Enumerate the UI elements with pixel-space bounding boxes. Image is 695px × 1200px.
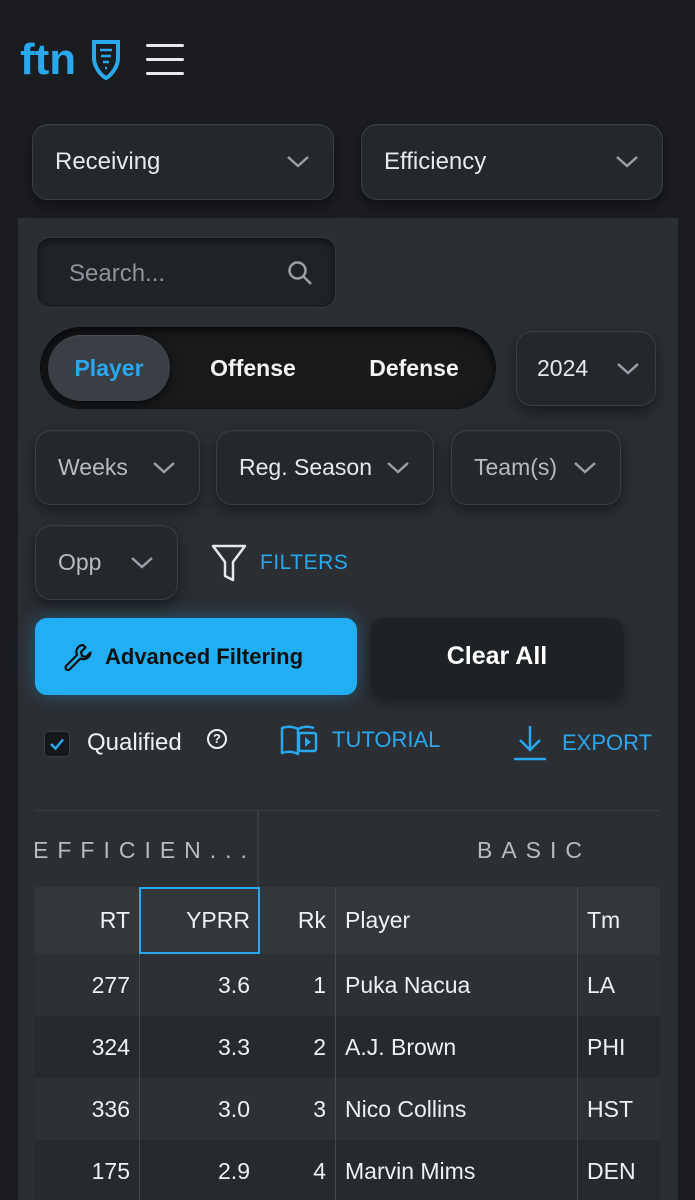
weeks-select[interactable]: Weeks [35, 430, 200, 505]
cell-player[interactable]: A.J. Brown [335, 1016, 577, 1078]
weeks-label: Weeks [58, 454, 128, 480]
category-select[interactable]: Receiving [32, 124, 334, 200]
cell-tm: DEN [587, 1157, 636, 1184]
export-link[interactable]: EXPORT [512, 724, 652, 762]
stats-table: EFFICIEN... BASIC RT YPRR Rk Player Tm 2… [35, 810, 660, 1200]
opp-select[interactable]: Opp [35, 525, 178, 600]
qualified-checkbox[interactable] [44, 731, 70, 757]
cell-rk: 1 [313, 971, 326, 998]
export-label: EXPORT [562, 730, 653, 755]
filters-link[interactable]: FILTERS [210, 540, 348, 586]
chevron-down-icon [616, 156, 638, 168]
table-row[interactable]: 324 3.3 2 A.J. Brown PHI [35, 1016, 660, 1078]
advanced-filtering-button[interactable]: Advanced Filtering [35, 618, 357, 695]
download-icon [514, 726, 546, 761]
qualified-label: Qualified [87, 729, 182, 756]
cell-yprr: 3.3 [218, 1033, 250, 1060]
column-groups: EFFICIEN... BASIC [35, 810, 660, 889]
cell-rk: 3 [313, 1095, 326, 1122]
sorted-column-highlight [139, 887, 260, 954]
season-type-label: Reg. Season [239, 454, 372, 480]
type-select[interactable]: Efficiency [361, 124, 663, 200]
cell-tm: PHI [587, 1033, 626, 1060]
cell-rt: 277 [91, 971, 130, 998]
cell-player[interactable]: Marvin Mims [335, 1140, 577, 1200]
chevron-down-icon [387, 461, 409, 474]
table-row[interactable]: 175 2.9 4 Marvin Mims DEN [35, 1140, 660, 1200]
view-toggle: Player Offense Defense [40, 327, 496, 409]
type-select-value: Efficiency [384, 148, 487, 175]
cell-tm: HST [587, 1095, 633, 1122]
col-header-player[interactable]: Player [335, 887, 577, 954]
group-header-efficiency: EFFICIEN... [35, 836, 256, 863]
search-placeholder: Search... [69, 260, 166, 287]
toggle-player[interactable]: Player [48, 335, 170, 401]
hamburger-icon[interactable] [146, 44, 184, 76]
chevron-down-icon [574, 461, 596, 474]
teams-label: Team(s) [474, 454, 558, 480]
opp-label: Opp [58, 549, 102, 575]
filters-label: FILTERS [260, 551, 349, 574]
col-header-rt[interactable]: RT [35, 887, 139, 954]
toggle-offense[interactable]: Offense [186, 335, 320, 401]
cell-rt: 336 [91, 1095, 130, 1122]
cell-yprr: 3.6 [218, 971, 250, 998]
season-type-select[interactable]: Reg. Season [216, 430, 434, 505]
ftn-logo[interactable]: ftn [20, 36, 120, 82]
wrench-icon [64, 643, 92, 671]
search-input[interactable]: Search... [36, 237, 336, 308]
chevron-down-icon [131, 556, 153, 569]
column-headers: RT YPRR Rk Player Tm [35, 887, 660, 954]
funnel-icon [211, 544, 247, 582]
cell-player[interactable]: Puka Nacua [335, 954, 577, 1016]
col-header-rk[interactable]: Rk [259, 887, 335, 954]
cell-tm: LA [587, 971, 616, 998]
category-select-value: Receiving [55, 148, 161, 175]
season-select-value: 2024 [537, 355, 589, 381]
cell-rk: 2 [313, 1033, 326, 1060]
help-icon[interactable]: ? [207, 729, 227, 749]
checkmark-icon [50, 738, 64, 751]
cell-rt: 175 [91, 1157, 130, 1184]
cell-player[interactable]: Nico Collins [335, 1078, 577, 1140]
logo-text: ftn [20, 36, 76, 82]
cell-rk: 4 [313, 1157, 326, 1184]
tutorial-label: TUTORIAL [332, 727, 441, 752]
book-video-icon [280, 725, 318, 756]
group-header-basic: BASIC [477, 836, 592, 863]
clear-all-label: Clear All [446, 642, 548, 670]
app-header: ftn [0, 0, 695, 120]
chevron-down-icon [287, 156, 309, 168]
cell-rt: 324 [91, 1033, 130, 1060]
season-select[interactable]: 2024 [516, 331, 656, 406]
col-header-tm[interactable]: Tm [577, 887, 660, 954]
toggle-defense[interactable]: Defense [340, 335, 488, 401]
chevron-down-icon [617, 362, 639, 375]
cell-yprr: 3.0 [218, 1095, 250, 1122]
clear-all-button[interactable]: Clear All [371, 618, 623, 695]
tutorial-link[interactable]: TUTORIAL [280, 724, 440, 756]
chevron-down-icon [153, 461, 175, 474]
search-icon [288, 261, 312, 285]
teams-select[interactable]: Team(s) [451, 430, 621, 505]
table-row[interactable]: 336 3.0 3 Nico Collins HST [35, 1078, 660, 1140]
advanced-filtering-label: Advanced Filtering [105, 643, 304, 669]
table-row[interactable]: 277 3.6 1 Puka Nacua LA [35, 954, 660, 1016]
cell-yprr: 2.9 [218, 1157, 250, 1184]
